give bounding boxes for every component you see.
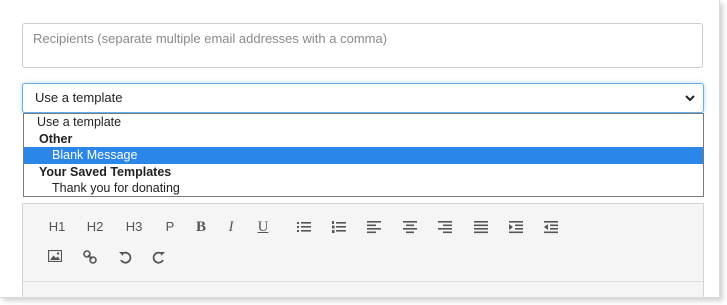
- heading3-button[interactable]: H3: [122, 217, 146, 237]
- underline-button[interactable]: U: [254, 217, 272, 237]
- align-center-icon[interactable]: [401, 217, 419, 237]
- dropdown-option-thank-you[interactable]: Thank you for donating: [24, 180, 703, 197]
- dropdown-group-other: Other: [39, 131, 73, 146]
- dropdown-group-saved-templates: Your Saved Templates: [39, 164, 172, 179]
- outdent-icon[interactable]: [542, 217, 560, 237]
- bold-button[interactable]: B: [192, 217, 210, 237]
- align-right-icon[interactable]: [436, 217, 454, 237]
- dropdown-option-blank-message[interactable]: Blank Message: [24, 147, 703, 164]
- editor-toolbar-divider: [23, 281, 703, 282]
- recipients-placeholder: Recipients (separate multiple email addr…: [33, 31, 388, 46]
- compose-panel: Recipients (separate multiple email addr…: [0, 0, 720, 298]
- chevron-down-icon: [683, 91, 697, 105]
- redo-icon[interactable]: [150, 247, 168, 267]
- recipients-input[interactable]: Recipients (separate multiple email addr…: [22, 23, 703, 68]
- image-icon[interactable]: [46, 247, 64, 267]
- undo-icon[interactable]: [116, 247, 134, 267]
- link-icon[interactable]: [81, 247, 99, 267]
- italic-button[interactable]: I: [222, 217, 240, 237]
- indent-icon[interactable]: [507, 217, 525, 237]
- template-select[interactable]: Use a template: [22, 83, 704, 113]
- template-select-value: Use a template: [35, 90, 123, 105]
- dropdown-option-use-template[interactable]: Use a template: [24, 114, 703, 131]
- numbered-list-icon[interactable]: [330, 217, 348, 237]
- template-dropdown-list: Use a template Other Blank Message Your …: [23, 113, 704, 197]
- paragraph-button[interactable]: P: [161, 217, 179, 237]
- heading1-button[interactable]: H1: [45, 217, 69, 237]
- heading2-button[interactable]: H2: [83, 217, 107, 237]
- align-justify-icon[interactable]: [472, 217, 490, 237]
- align-left-icon[interactable]: [365, 217, 383, 237]
- rich-text-editor: H1 H2 H3 P B I U: [22, 203, 704, 297]
- bullet-list-icon[interactable]: [295, 217, 313, 237]
